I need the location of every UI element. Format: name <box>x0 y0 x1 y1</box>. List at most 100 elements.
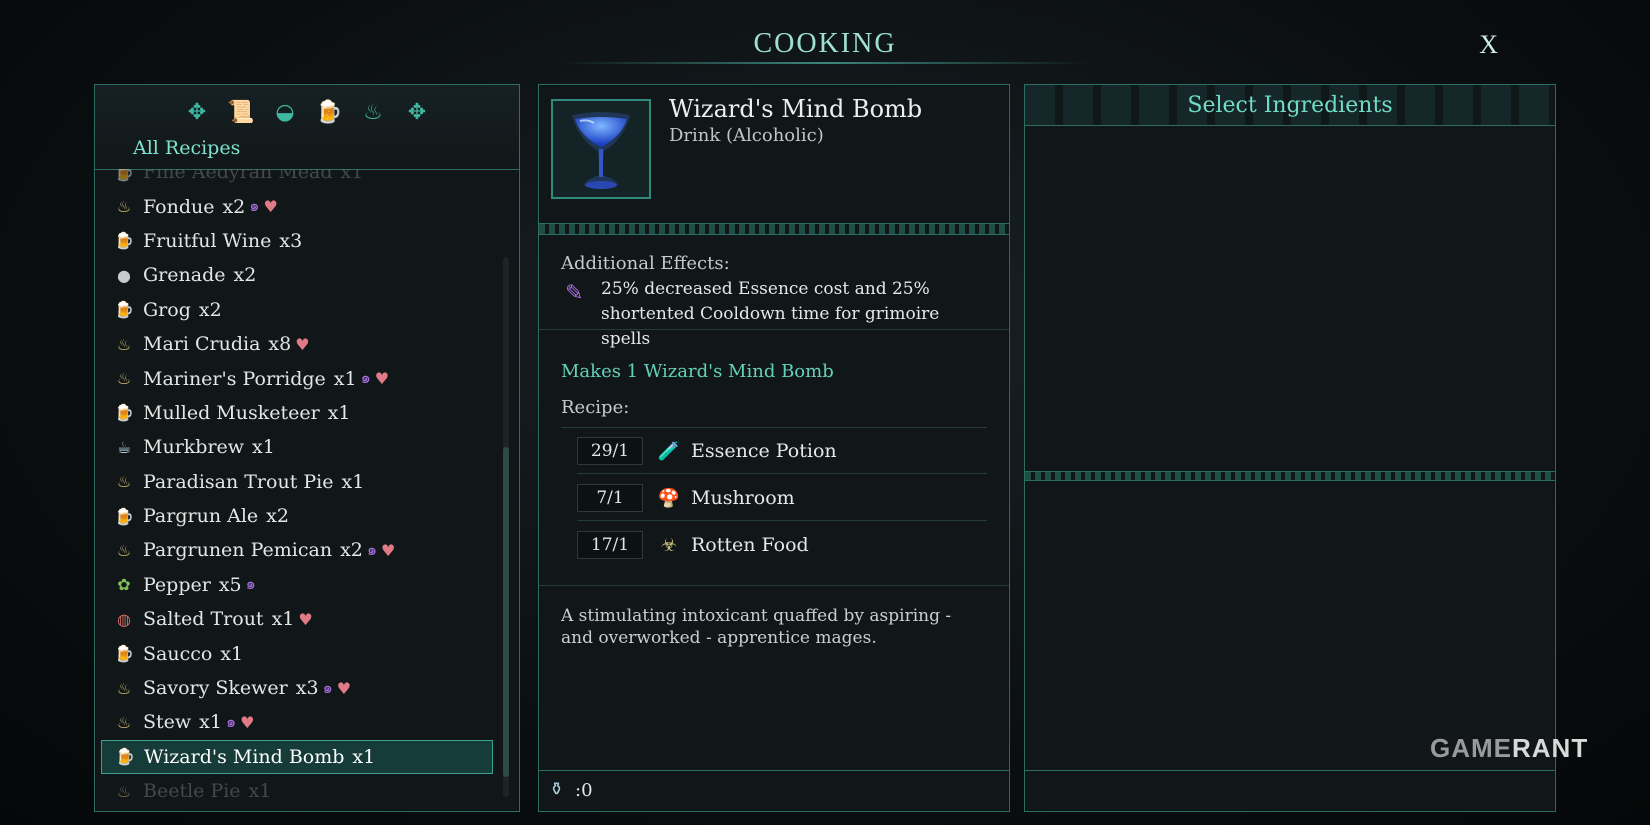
item-portrait <box>551 99 651 199</box>
scroll-thumb[interactable] <box>503 447 509 777</box>
dpad-right-icon[interactable]: ✥ <box>403 99 431 127</box>
recipe-qty: x2 <box>198 298 222 321</box>
watermark-part2: RANT <box>1512 733 1589 763</box>
recipe-row[interactable]: 🍺 Mulled Musketeer x1 <box>101 396 493 430</box>
decorative-divider <box>539 223 1009 235</box>
recipe-row[interactable]: ♨ Pargrunen Pemican x2 ๑ ♥ <box>101 533 493 567</box>
recipe-qty: x3 <box>295 677 319 700</box>
recipe-row[interactable]: ♨ Mari Crudia x8 ♥ <box>101 327 493 361</box>
gamerant-watermark: GAMERANT <box>1430 733 1588 764</box>
recipe-name: Fruitful Wine <box>143 229 272 252</box>
swirl-icon: ๑ <box>322 677 333 697</box>
stew-icon: ♨ <box>116 712 132 732</box>
heart-icon: ♥ <box>336 678 352 698</box>
recipe-row[interactable]: ♨ Beetle Pie x1 <box>101 774 493 808</box>
recipe-row[interactable]: ♨ Mariner's Porridge x1 ๑ ♥ <box>101 361 493 395</box>
recipe-name: Savory Skewer <box>143 677 288 700</box>
recipe-name: Fondue <box>143 195 215 218</box>
recipe-row[interactable]: ♨ Savory Skewer x3 ๑ ♥ <box>101 671 493 705</box>
mug-icon: 🍺 <box>115 747 135 767</box>
mug-icon: 🍺 <box>114 231 134 251</box>
ingredient-bag-icon: ⚱ <box>549 779 565 800</box>
recipe-name: Pargrunen Pemican <box>143 539 333 562</box>
recipe-filter-header: ✥ 📜 ◒ 🍺 ♨ ✥ All Recipes <box>95 85 519 170</box>
recipe-name: Mari Crudia <box>143 333 261 356</box>
dpad-left-icon[interactable]: ✥ <box>183 99 211 127</box>
mushroom-icon: 🍄 <box>657 487 681 509</box>
stew-icon: ♨ <box>116 540 132 560</box>
recipe-qty: x1 <box>341 470 365 493</box>
recipe-row[interactable]: ✿ Pepper x5 ๑ <box>101 568 493 602</box>
recipe-row[interactable]: 🍺 Saucco x1 <box>101 636 493 670</box>
heart-icon: ♥ <box>298 609 313 629</box>
recipe-name: Grog <box>143 298 191 321</box>
recipe-qty: x1 <box>352 745 376 768</box>
watermark-part1: GAME <box>1430 733 1512 763</box>
ingredient-qty: 7/1 <box>577 484 643 512</box>
ingredient-name: Mushroom <box>691 487 795 509</box>
recipe-scrollbar[interactable] <box>503 257 509 797</box>
effect-text: 25% decreased Essence cost and 25% short… <box>601 279 940 349</box>
scroll-icon[interactable]: 📜 <box>227 99 255 127</box>
ball-icon: ● <box>117 265 131 285</box>
recipe-qty: x1 <box>252 436 275 459</box>
recipe-qty: x1 <box>333 367 357 390</box>
meat-icon: ◍ <box>117 609 131 629</box>
divider <box>561 427 987 428</box>
recipe-qty: x1 <box>271 608 295 631</box>
recipe-row[interactable]: ♨ Fondue x2 ๑ ♥ <box>101 189 493 223</box>
recipe-qty: x1 <box>248 780 272 803</box>
close-button[interactable]: X <box>1479 30 1498 60</box>
makes-label: Makes 1 Wizard's Mind Bomb <box>561 361 834 382</box>
recipe-name: Beetle Pie <box>143 780 241 803</box>
filter-label[interactable]: All Recipes <box>133 137 240 159</box>
heart-icon: ♥ <box>240 712 255 732</box>
decorative-divider <box>1025 471 1555 481</box>
cooking-title: COOKING <box>753 28 897 59</box>
recipe-name: Pepper <box>143 573 211 596</box>
stew-icon: ♨ <box>116 781 132 801</box>
recipe-row[interactable]: ◍ Salted Trout x1 ♥ <box>101 602 493 636</box>
divider <box>539 585 1009 586</box>
recipe-qty: x1 <box>199 711 222 734</box>
recipe-row[interactable]: 🍺 Grog x2 <box>101 293 493 327</box>
recipe-row[interactable]: ☕ Murkbrew x1 <box>101 430 493 464</box>
divider <box>577 520 987 521</box>
cup-icon: ☕ <box>116 437 132 457</box>
recipe-row[interactable]: ● Grenade x2 <box>101 258 493 292</box>
mug-icon[interactable]: 🍺 <box>315 99 343 127</box>
recipe-qty: x2 <box>233 264 257 287</box>
stew-icon: ♨ <box>116 334 132 354</box>
recipe-row[interactable]: ♨ Paradisan Trout Pie x1 <box>101 465 493 499</box>
ingredient-name: Essence Potion <box>691 440 837 462</box>
item-type: Drink (Alcoholic) <box>669 125 824 146</box>
divider <box>539 329 1009 330</box>
pepper-icon: ✿ <box>117 575 131 595</box>
category-tabs: ✥ 📜 ◒ 🍺 ♨ ✥ <box>95 99 519 127</box>
potion-icon: 🧪 <box>657 440 681 462</box>
recipe-row[interactable]: 🍺 Fruitful Wine x3 <box>101 224 493 258</box>
recipe-name: Mulled Musketeer <box>143 401 320 424</box>
recipe-label: Recipe: <box>561 397 630 418</box>
footer-count: :0 <box>575 780 593 801</box>
meat-icon[interactable]: ◒ <box>271 99 299 127</box>
swirl-icon: ๑ <box>245 574 256 594</box>
recipe-row[interactable]: 🍺 Wizard's Mind Bomb x1 <box>101 739 493 775</box>
recipe-qty: x2 <box>266 505 289 528</box>
recipe-name: Paradisan Trout Pie <box>143 470 334 493</box>
ingredients-footer <box>1025 770 1555 811</box>
ingredient-qty: 29/1 <box>577 437 643 465</box>
recipe-detail-panel: Wizard's Mind Bomb Drink (Alcoholic) Add… <box>538 84 1010 812</box>
swirl-icon: ๑ <box>360 368 371 388</box>
recipe-name: Mariner's Porridge <box>143 367 326 390</box>
recipe-row[interactable]: ♨ Stew x1 ๑ ♥ <box>101 705 493 739</box>
recipe-qty: x1 <box>327 401 351 424</box>
swirl-icon: ๑ <box>366 539 378 559</box>
recipe-name: Stew <box>143 711 192 734</box>
title-divider <box>560 62 1090 64</box>
stew-icon[interactable]: ♨ <box>359 99 387 127</box>
recipe-name: Salted Trout <box>143 608 264 631</box>
recipe-row[interactable]: 🍺 Fine Aedyran Mead x1 <box>101 169 493 189</box>
stew-icon: ♨ <box>116 678 132 698</box>
recipe-row[interactable]: 🍺 Pargrun Ale x2 <box>101 499 493 533</box>
